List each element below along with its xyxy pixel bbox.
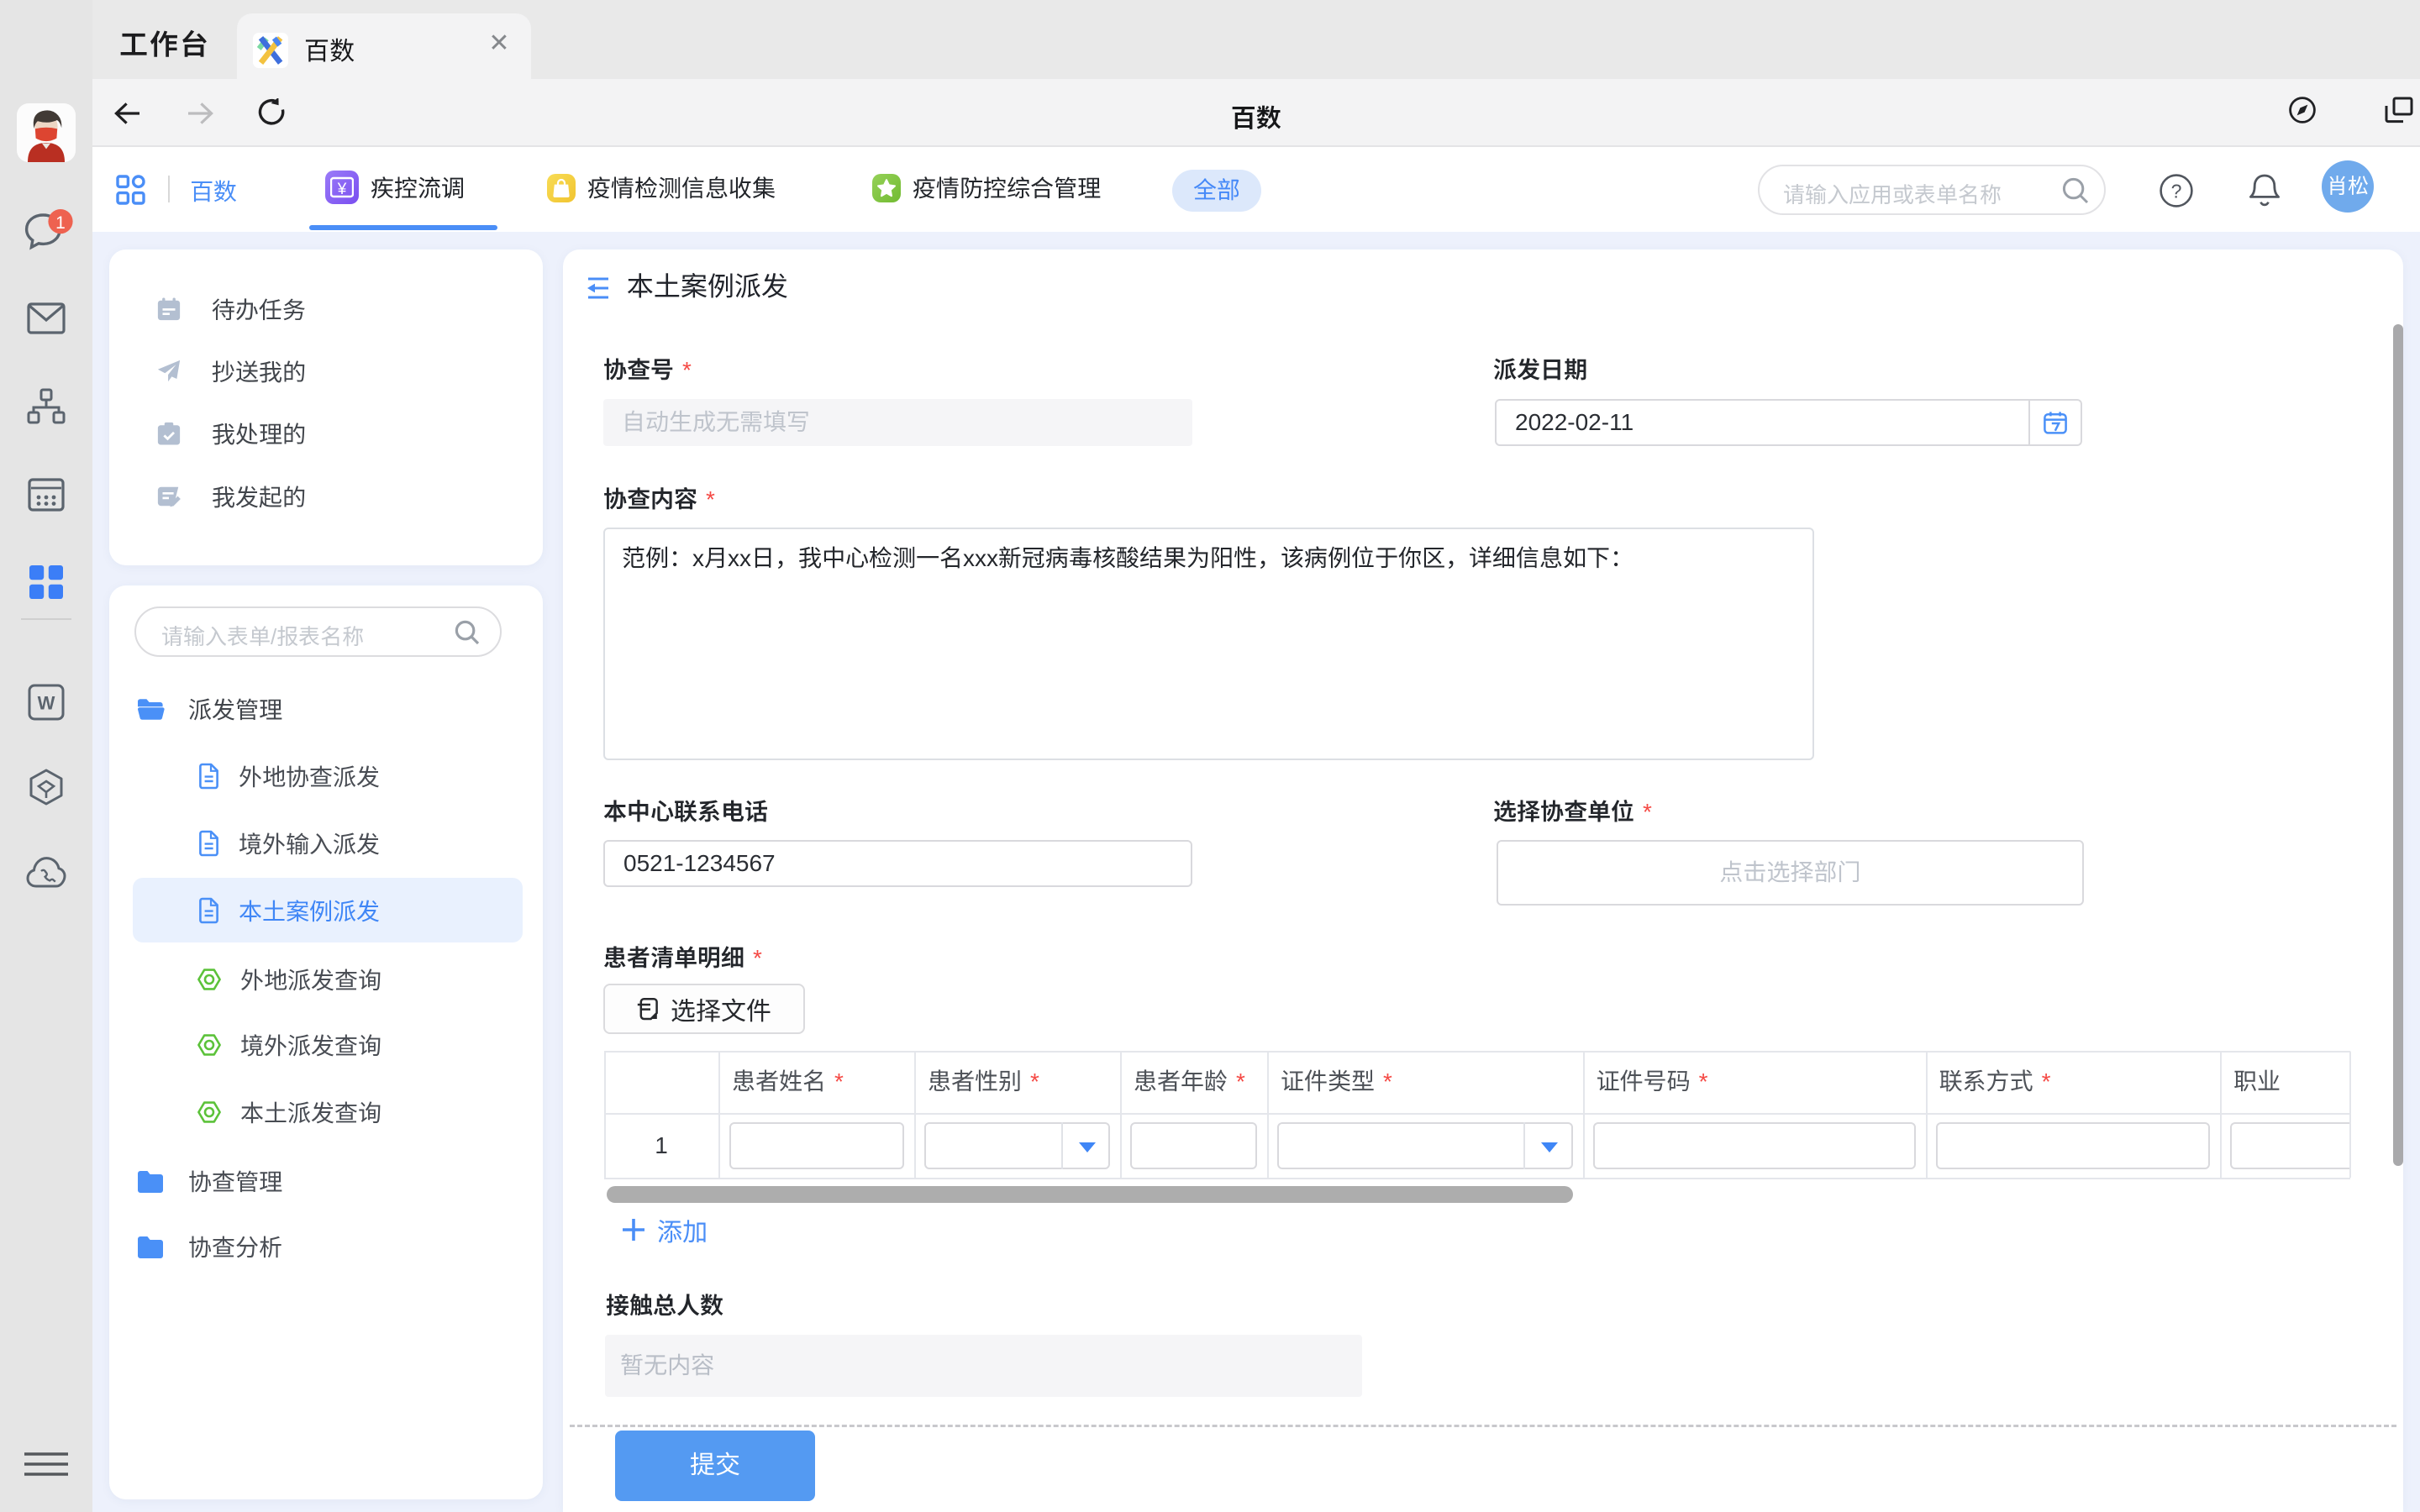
svg-text:1: 1	[55, 213, 66, 233]
svg-text:W: W	[38, 692, 55, 713]
svg-text:¥: ¥	[337, 181, 347, 198]
svg-text:?: ?	[2171, 181, 2182, 202]
